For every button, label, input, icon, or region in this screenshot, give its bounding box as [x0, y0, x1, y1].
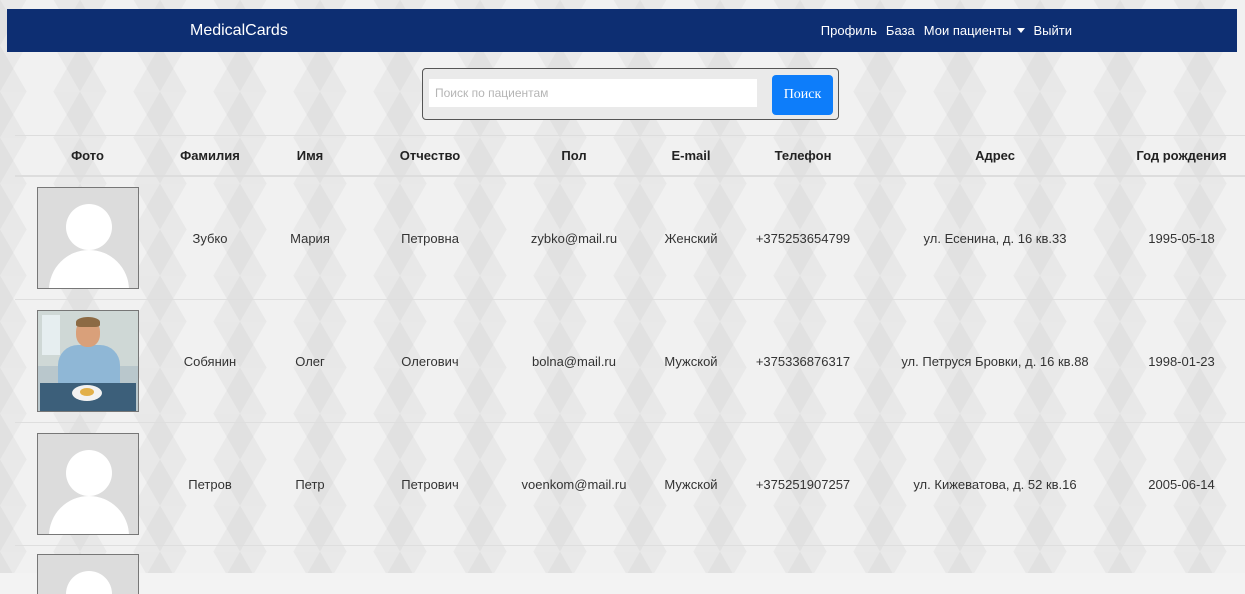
header-birth-date[interactable]: Год рождения	[1118, 136, 1245, 177]
cell-empty	[872, 546, 1118, 594]
cell-last-name: Собянин	[160, 300, 260, 423]
avatar-head	[66, 204, 112, 250]
photo-window	[42, 315, 60, 355]
cell-email: bolna@mail.ru	[500, 300, 648, 423]
cell-photo	[15, 176, 160, 300]
cell-gender: Женский	[648, 176, 734, 300]
default-avatar-icon[interactable]	[37, 433, 139, 535]
header-address[interactable]: Адрес	[872, 136, 1118, 177]
brand-logo[interactable]: MedicalCards	[190, 9, 288, 52]
cell-address: ул. Кижеватова, д. 52 кв.16	[872, 423, 1118, 546]
nav-base-link[interactable]: База	[886, 23, 915, 38]
nav-links: Профиль База Мои пациенты Выйти	[821, 9, 1072, 52]
cell-empty	[260, 546, 360, 594]
cell-phone: +375253654799	[734, 176, 872, 300]
nav-logout-link[interactable]: Выйти	[1034, 23, 1073, 38]
avatar-body	[49, 496, 129, 535]
cell-patronymic: Петрович	[360, 423, 500, 546]
cell-photo	[15, 423, 160, 546]
nav-my-patients-dropdown[interactable]: Мои пациенты	[924, 23, 1025, 38]
table-row[interactable]: Собянин Олег Олегович bolna@mail.ru Мужс…	[15, 300, 1245, 423]
cell-photo	[15, 546, 160, 594]
cell-email: voenkom@mail.ru	[500, 423, 648, 546]
cell-email: zybko@mail.ru	[500, 176, 648, 300]
cell-phone: +375251907257	[734, 423, 872, 546]
cell-phone: +375336876317	[734, 300, 872, 423]
cell-address: ул. Петруся Бровки, д. 16 кв.88	[872, 300, 1118, 423]
cell-empty	[500, 546, 648, 594]
header-patronymic[interactable]: Отчество	[360, 136, 500, 177]
header-email[interactable]: E-mail	[648, 136, 734, 177]
header-photo[interactable]: Фото	[15, 136, 160, 177]
cell-empty	[160, 546, 260, 594]
table-row[interactable]: Петров Петр Петрович voenkom@mail.ru Муж…	[15, 423, 1245, 546]
navbar: MedicalCards Профиль База Мои пациенты В…	[7, 9, 1237, 52]
photo-food	[80, 388, 94, 396]
avatar-head	[66, 571, 112, 594]
patients-table-container: Фото Фамилия Имя Отчество Пол E-mail Тел…	[15, 135, 1245, 594]
default-avatar-icon[interactable]	[37, 187, 139, 289]
table-header-row: Фото Фамилия Имя Отчество Пол E-mail Тел…	[15, 136, 1245, 177]
search-button[interactable]: Поиск	[772, 75, 833, 115]
cell-last-name: Зубко	[160, 176, 260, 300]
patient-photo[interactable]	[37, 310, 139, 412]
cell-birth-date: 2005-06-14	[1118, 423, 1245, 546]
avatar-body	[49, 250, 129, 289]
cell-birth-date: 1995-05-18	[1118, 176, 1245, 300]
table-row[interactable]: Зубко Мария Петровна zybko@mail.ru Женск…	[15, 176, 1245, 300]
cell-empty	[1118, 546, 1245, 594]
cell-gender: Мужской	[648, 423, 734, 546]
patients-table: Фото Фамилия Имя Отчество Пол E-mail Тел…	[15, 135, 1245, 594]
cell-empty	[648, 546, 734, 594]
nav-my-patients-label: Мои пациенты	[924, 23, 1012, 38]
header-last-name[interactable]: Фамилия	[160, 136, 260, 177]
search-form: Поиск	[422, 68, 839, 120]
table-row[interactable]	[15, 546, 1245, 594]
nav-profile-link[interactable]: Профиль	[821, 23, 877, 38]
header-gender[interactable]: Пол	[500, 136, 648, 177]
cell-first-name: Олег	[260, 300, 360, 423]
cell-first-name: Мария	[260, 176, 360, 300]
cell-empty	[734, 546, 872, 594]
search-input[interactable]	[429, 79, 757, 107]
cell-gender: Мужской	[648, 300, 734, 423]
header-first-name[interactable]: Имя	[260, 136, 360, 177]
cell-address: ул. Есенина, д. 16 кв.33	[872, 176, 1118, 300]
avatar-head	[66, 450, 112, 496]
photo-person-hair	[76, 317, 100, 327]
cell-photo	[15, 300, 160, 423]
header-phone[interactable]: Телефон	[734, 136, 872, 177]
default-avatar-icon[interactable]	[37, 554, 139, 594]
cell-birth-date: 1998-01-23	[1118, 300, 1245, 423]
cell-empty	[360, 546, 500, 594]
cell-first-name: Петр	[260, 423, 360, 546]
caret-down-icon	[1017, 28, 1025, 33]
cell-patronymic: Олегович	[360, 300, 500, 423]
cell-patronymic: Петровна	[360, 176, 500, 300]
cell-last-name: Петров	[160, 423, 260, 546]
